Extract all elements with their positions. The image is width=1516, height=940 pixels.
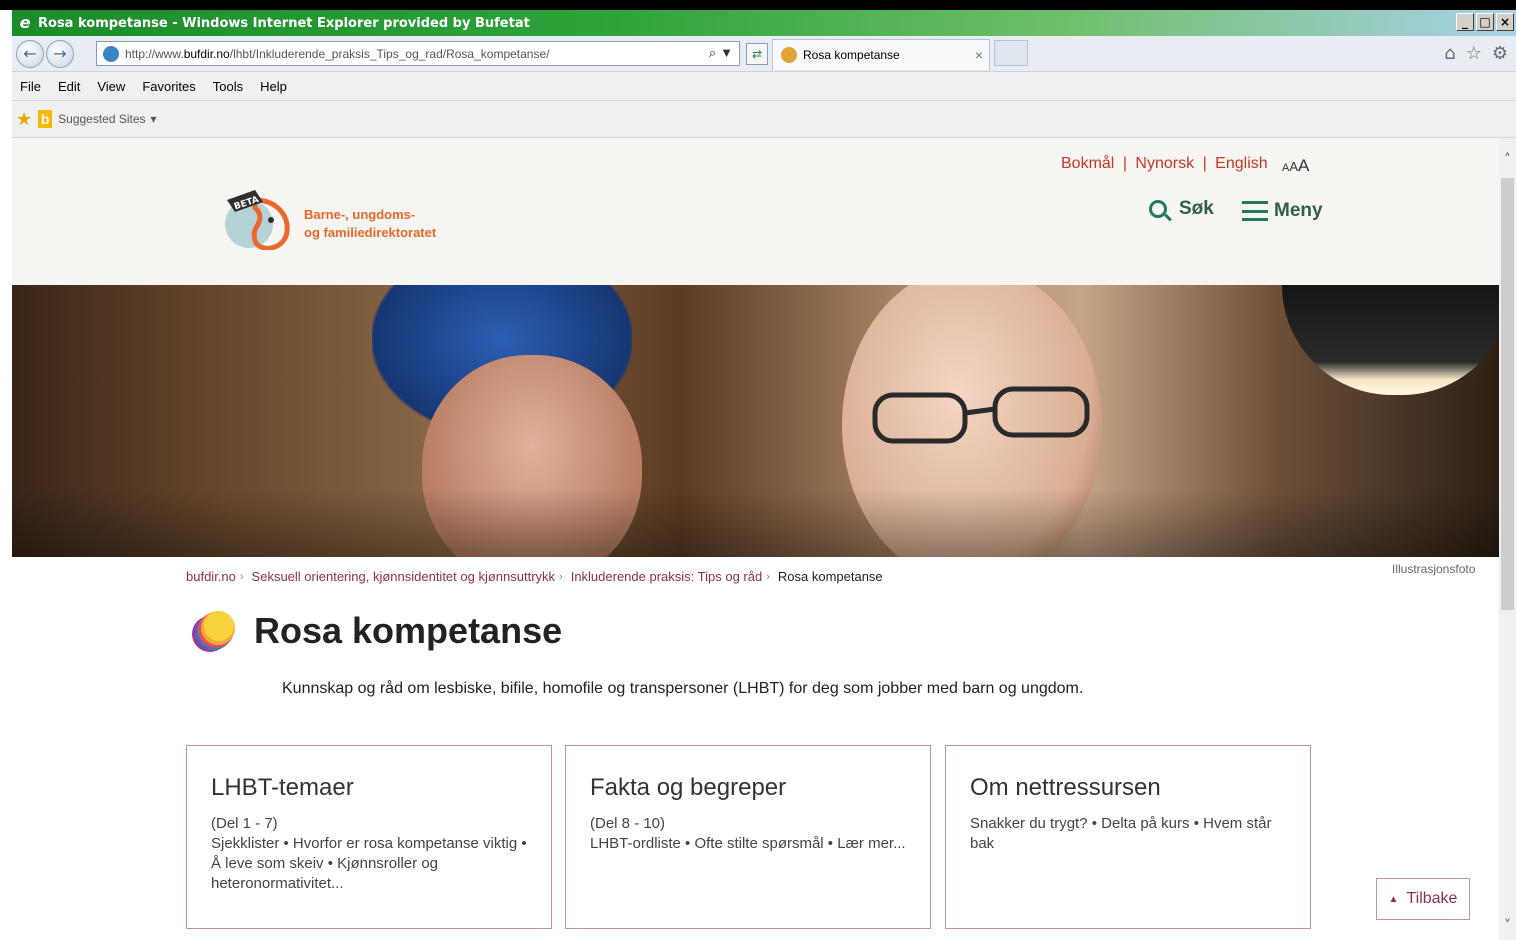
scroll-up-icon[interactable]: ˄ bbox=[1500, 152, 1515, 168]
menu-file[interactable]: File bbox=[20, 79, 41, 94]
page-title: Rosa kompetanse bbox=[254, 610, 563, 651]
lang-separator: | bbox=[1122, 155, 1127, 172]
font-size-controls: AAA bbox=[1282, 156, 1309, 176]
logo-line-1: Barne-, ungdoms- bbox=[304, 207, 416, 222]
refresh-button[interactable]: ⇄ bbox=[746, 43, 768, 65]
back-button[interactable]: ← bbox=[16, 40, 44, 68]
tab-favicon-icon bbox=[781, 47, 797, 63]
magnifier-icon bbox=[1149, 200, 1167, 218]
card-fakta-og-begreper[interactable]: Fakta og begreper (Del 8 - 10) LHBT-ordl… bbox=[565, 745, 931, 929]
card-title: LHBT-temaer bbox=[211, 774, 354, 801]
menu-tools[interactable]: Tools bbox=[213, 79, 243, 94]
top-border bbox=[0, 0, 1516, 10]
browser-tab[interactable]: Rosa kompetanse × bbox=[772, 39, 990, 70]
forward-arrow-icon: → bbox=[53, 44, 67, 63]
card-range: (Del 8 - 10) bbox=[590, 815, 666, 832]
bufdir-logo-icon: BETA bbox=[225, 190, 290, 250]
tab-label: Rosa kompetanse bbox=[803, 48, 900, 62]
card-text: Snakker du trygt? • Delta på kurs • Hvem… bbox=[970, 815, 1272, 852]
scrollbar-thumb[interactable] bbox=[1501, 178, 1514, 610]
site-logo[interactable]: BETA Barne-, ungdoms- og familiedirektor… bbox=[215, 178, 475, 250]
card-range: (Del 1 - 7) bbox=[211, 815, 278, 832]
lang-separator: | bbox=[1202, 155, 1207, 172]
breadcrumb-seksuell-orientering[interactable]: Seksuell orientering, kjønnsidentitet og… bbox=[252, 569, 555, 586]
photo-credit: Illustrasjonsfoto bbox=[1392, 562, 1476, 576]
suggested-sites-dropdown-icon[interactable]: ▾ bbox=[151, 112, 157, 126]
logo-line-2: og familiedirektoratet bbox=[304, 225, 437, 240]
lang-english[interactable]: English bbox=[1215, 155, 1267, 172]
menu-bar: File Edit View Favorites Tools Help bbox=[12, 72, 1516, 101]
address-prefix: http://www. bbox=[125, 46, 184, 61]
maximize-button[interactable]: □ bbox=[1476, 13, 1494, 31]
font-size-medium[interactable]: A bbox=[1289, 159, 1298, 174]
site-menu-label: Meny bbox=[1274, 200, 1323, 221]
gear-icon[interactable]: ⚙ bbox=[1492, 43, 1508, 64]
breadcrumb-separator: › bbox=[766, 571, 770, 583]
hamburger-icon bbox=[1242, 201, 1268, 221]
window-controls: _ □ × bbox=[1456, 13, 1514, 31]
window-title: Rosa kompetanse - Windows Internet Explo… bbox=[38, 15, 530, 31]
page-viewport: Bokmål | Nynorsk | English AAA BETA Barn… bbox=[12, 138, 1516, 940]
breadcrumb-separator: › bbox=[239, 571, 244, 583]
address-path: /lhbt/Inkluderende_praksis_Tips_og_rad/R… bbox=[229, 46, 550, 61]
address-dropdown-icon[interactable]: ▼ bbox=[720, 45, 733, 61]
forward-button[interactable]: → bbox=[46, 40, 74, 68]
card-title: Fakta og begreper bbox=[590, 774, 787, 801]
menu-favorites[interactable]: Favorites bbox=[142, 79, 195, 94]
menu-edit[interactable]: Edit bbox=[58, 79, 80, 94]
tab-close-icon[interactable]: × bbox=[975, 47, 983, 63]
font-size-large[interactable]: A bbox=[1298, 156, 1309, 175]
add-favorites-star-icon[interactable]: ★ bbox=[16, 109, 32, 130]
site-menu-button[interactable]: Meny bbox=[1242, 200, 1323, 222]
page-heading: Rosa kompetanse bbox=[188, 606, 562, 656]
lang-nynorsk[interactable]: Nynorsk bbox=[1135, 155, 1194, 172]
hero-photo bbox=[12, 285, 1499, 557]
breadcrumb-separator: › bbox=[559, 571, 563, 583]
new-tab-button[interactable] bbox=[994, 40, 1028, 66]
site-search-label: Søk bbox=[1179, 198, 1214, 219]
close-button[interactable]: × bbox=[1496, 13, 1514, 31]
card-text: Sjekklister • Hvorfor er rosa kompetanse… bbox=[211, 835, 527, 892]
breadcrumb-inkluderende-praksis[interactable]: Inkluderende praksis: Tips og råd bbox=[571, 569, 763, 586]
favorites-star-icon[interactable]: ☆ bbox=[1466, 43, 1482, 64]
refresh-icon: ⇄ bbox=[751, 47, 763, 61]
favorites-bar: ★ b Suggested Sites ▾ bbox=[12, 101, 1516, 138]
back-arrow-icon: ← bbox=[23, 44, 37, 63]
page-icon bbox=[103, 45, 119, 62]
rainbow-circle-icon bbox=[192, 611, 235, 652]
back-to-top-button[interactable]: ▲ Tilbake bbox=[1376, 878, 1470, 920]
ie-logo-icon: e bbox=[19, 13, 31, 32]
bing-icon: b bbox=[38, 110, 53, 128]
card-title: Om nettressursen bbox=[970, 774, 1161, 801]
breadcrumb-home[interactable]: bufdir.no bbox=[186, 569, 236, 586]
menu-view[interactable]: View bbox=[97, 79, 125, 94]
search-icon[interactable]: ⌕ bbox=[709, 45, 716, 61]
language-switcher: Bokmål | Nynorsk | English bbox=[1061, 155, 1268, 173]
minimize-button[interactable]: _ bbox=[1456, 13, 1474, 31]
breadcrumb-current: Rosa kompetanse bbox=[777, 569, 883, 584]
browser-tools: ⌂ ☆ ⚙ bbox=[1444, 43, 1508, 64]
vertical-scrollbar[interactable]: ˄ ˅ bbox=[1499, 138, 1516, 940]
scroll-down-icon[interactable]: ˅ bbox=[1500, 918, 1515, 934]
window-titlebar: e Rosa kompetanse - Windows Internet Exp… bbox=[12, 10, 1516, 36]
arrow-up-icon: ▲ bbox=[1388, 893, 1399, 905]
menu-help[interactable]: Help bbox=[260, 79, 287, 94]
breadcrumb: bufdir.no › Seksuell orientering, kjønns… bbox=[186, 569, 883, 586]
site-search-button[interactable]: Søk bbox=[1149, 198, 1214, 220]
address-actions: ⌕ ▼ bbox=[709, 45, 733, 61]
lang-bokmal[interactable]: Bokmål bbox=[1061, 155, 1114, 172]
intro-text: Kunnskap og råd om lesbiske, bifile, hom… bbox=[282, 680, 1084, 697]
card-text: LHBT-ordliste • Ofte stilte spørsmål • L… bbox=[590, 835, 906, 852]
card-om-nettressursen[interactable]: Om nettressursen Snakker du trygt? • Del… bbox=[945, 745, 1311, 929]
card-lhbt-temaer[interactable]: LHBT-temaer (Del 1 - 7) Sjekklister • Hv… bbox=[186, 745, 552, 929]
address-bar[interactable]: http://www. bufdir.no /lhbt/Inkluderende… bbox=[96, 41, 740, 66]
suggested-sites-link[interactable]: Suggested Sites bbox=[58, 112, 145, 126]
screen: e Rosa kompetanse - Windows Internet Exp… bbox=[0, 0, 1516, 940]
site-header: Bokmål | Nynorsk | English AAA BETA Barn… bbox=[12, 138, 1499, 285]
back-label: Tilbake bbox=[1406, 890, 1458, 907]
address-domain: bufdir.no bbox=[183, 46, 230, 61]
browser-navbar: ← → http://www. bufdir.no /lhbt/Inkluder… bbox=[12, 36, 1516, 72]
home-icon[interactable]: ⌂ bbox=[1444, 43, 1455, 64]
logo-text: Barne-, ungdoms- og familiedirektoratet bbox=[304, 206, 436, 242]
